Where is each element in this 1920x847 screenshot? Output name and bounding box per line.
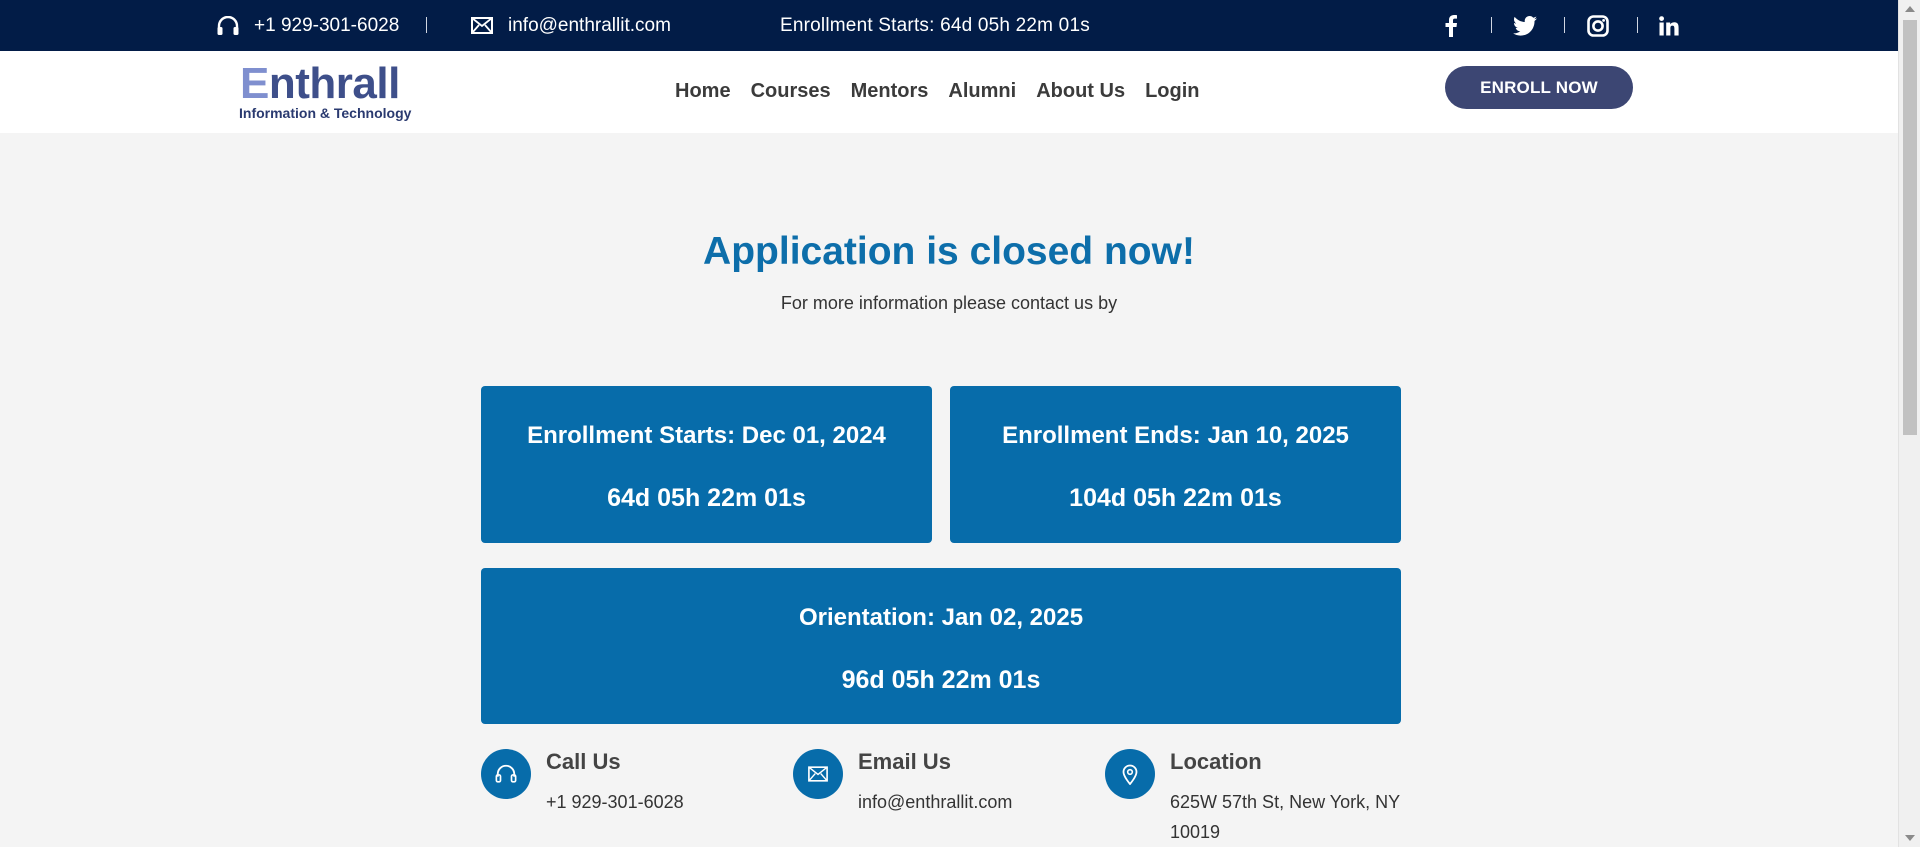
location-pin-icon [1105,749,1155,799]
main-nav: Home Courses Mentors Alumni About Us Log… [675,80,1220,103]
divider [1637,17,1638,33]
contact-phone[interactable]: +1 929-301-6028 [546,787,684,817]
divider [1564,17,1565,33]
nav-home[interactable]: Home [675,80,731,103]
facebook-icon[interactable] [1444,0,1458,51]
orientation-card: Orientation: Jan 02, 2025 96d 05h 22m 01… [481,568,1401,724]
page-subtitle: For more information please contact us b… [780,293,1118,313]
site-header: Enthrall Information & Technology Home C… [0,51,1898,133]
enroll-now-button[interactable]: ENROLL NOW [1445,66,1633,109]
divider [1491,17,1492,33]
linkedin-icon[interactable] [1659,0,1679,51]
card-countdown: 64d 05h 22m 01s [607,484,806,512]
logo-tagline: Information & Technology [239,105,412,121]
headset-icon [216,15,240,36]
contact-email: Email Us info@enthrallit.com [793,749,1083,847]
nav-about-us[interactable]: About Us [1036,80,1125,103]
nav-alumni[interactable]: Alumni [948,80,1016,103]
card-title: Enrollment Starts: Dec 01, 2024 [527,422,886,449]
card-countdown: 96d 05h 22m 01s [841,666,1041,694]
scroll-up-icon[interactable] [1905,6,1915,12]
page-title: Application is closed now! [703,230,1195,273]
instagram-icon[interactable] [1587,0,1609,51]
contact-location: Location 625W 57th St, New York, NY 1001… [1105,749,1405,847]
top-bar: +1 929-301-6028 info@enthrallit.com Enro… [0,0,1898,51]
email-address: info@enthrallit.com [508,14,671,36]
phone-contact[interactable]: +1 929-301-6028 [216,0,399,51]
logo-wordmark: Enthrall [240,59,400,108]
divider [426,17,427,33]
email-contact[interactable]: info@enthrallit.com [471,0,671,51]
contact-email-address[interactable]: info@enthrallit.com [858,787,1012,817]
page-scrollbar[interactable] [1898,0,1920,847]
contact-title: Email Us [858,749,951,774]
envelope-icon [793,749,843,799]
enthrall-logo[interactable]: Enthrall Information & Technology [238,59,413,123]
nav-login[interactable]: Login [1145,80,1199,103]
enrollment-countdown: Enrollment Starts: 64d 05h 22m 01s [780,14,1090,36]
contact-title: Location [1170,749,1262,774]
card-countdown: 104d 05h 22m 01s [1069,484,1282,512]
card-title: Enrollment Ends: Jan 10, 2025 [1002,422,1349,449]
nav-mentors[interactable]: Mentors [851,80,929,103]
contact-address: 625W 57th St, New York, NY 10019 [1170,792,1400,842]
headset-icon [481,749,531,799]
contact-call: Call Us +1 929-301-6028 [481,749,771,847]
scrollbar-thumb[interactable] [1903,20,1917,435]
nav-courses[interactable]: Courses [751,80,831,103]
enrollment-end-card: Enrollment Ends: Jan 10, 2025 104d 05h 2… [950,386,1401,543]
phone-number: +1 929-301-6028 [254,14,400,36]
contact-title: Call Us [546,749,621,774]
enrollment-start-card: Enrollment Starts: Dec 01, 2024 64d 05h … [481,386,932,543]
scroll-down-icon[interactable] [1905,835,1915,841]
twitter-icon[interactable] [1513,0,1537,51]
card-title: Orientation: Jan 02, 2025 [798,604,1084,631]
envelope-icon [471,17,493,34]
